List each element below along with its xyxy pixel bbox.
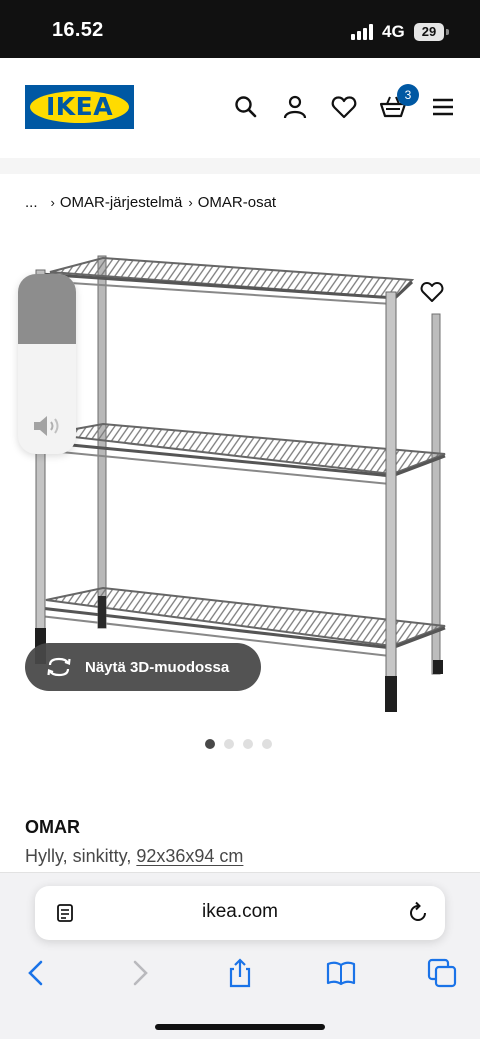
product-gallery[interactable]: Näytä 3D-muodossa [0, 236, 480, 726]
menu-icon[interactable] [430, 94, 456, 120]
reload-icon[interactable] [406, 901, 430, 925]
status-bar: 16.52 4G 29 [0, 0, 480, 58]
favourites-icon[interactable] [331, 94, 357, 120]
view-3d-label: Näytä 3D-muodossa [85, 658, 230, 676]
forward-icon[interactable] [124, 957, 156, 989]
battery-icon: 29 [414, 23, 444, 41]
signal-icon [351, 24, 377, 40]
breadcrumb: ... › OMAR-järjestelmä › OMAR-osat [25, 194, 276, 211]
breadcrumb-item-omar-parts[interactable]: OMAR-osat [198, 194, 276, 211]
heart-icon [420, 282, 444, 302]
gallery-dot[interactable] [224, 739, 234, 749]
browser-toolbar: ikea.com [0, 872, 480, 1039]
bookmarks-icon[interactable] [325, 957, 357, 989]
gallery-pagination [205, 739, 272, 749]
address-bar[interactable]: ikea.com [35, 886, 445, 940]
back-icon[interactable] [20, 957, 52, 989]
gallery-dot[interactable] [243, 739, 253, 749]
chevron-right-icon: › [50, 195, 55, 210]
product-description: Hylly, sinkitty, 92x36x94 cm [25, 846, 243, 867]
home-indicator [155, 1024, 325, 1030]
profile-icon[interactable] [282, 94, 308, 120]
add-to-favourites-button[interactable] [412, 272, 452, 312]
share-icon[interactable] [224, 957, 256, 989]
breadcrumb-ellipsis[interactable]: ... [25, 194, 38, 211]
volume-level [18, 274, 76, 344]
header-divider [0, 158, 480, 174]
tabs-icon[interactable] [426, 957, 458, 989]
speaker-icon [34, 416, 59, 436]
gallery-dot[interactable] [262, 739, 272, 749]
ikea-logo[interactable]: IKEA [25, 85, 134, 129]
logo-text: IKEA [45, 92, 114, 121]
chevron-right-icon: › [188, 195, 193, 210]
search-icon[interactable] [233, 94, 259, 120]
cart-count-badge: 3 [397, 84, 419, 106]
battery-nub [446, 29, 449, 35]
rotate-3d-icon [47, 657, 71, 677]
product-size-link[interactable]: 92x36x94 cm [136, 846, 243, 866]
breadcrumb-item-omar-system[interactable]: OMAR-järjestelmä [60, 194, 183, 211]
gallery-dot[interactable] [205, 739, 215, 749]
product-type: Hylly, sinkitty, [25, 846, 132, 866]
site-header: IKEA [0, 58, 480, 158]
status-time: 16.52 [52, 19, 104, 41]
network-type: 4G [382, 22, 405, 41]
view-3d-button[interactable]: Näytä 3D-muodossa [25, 643, 261, 691]
url-text: ikea.com [201, 901, 279, 922]
volume-hud [18, 274, 76, 454]
product-name: OMAR [25, 817, 80, 837]
